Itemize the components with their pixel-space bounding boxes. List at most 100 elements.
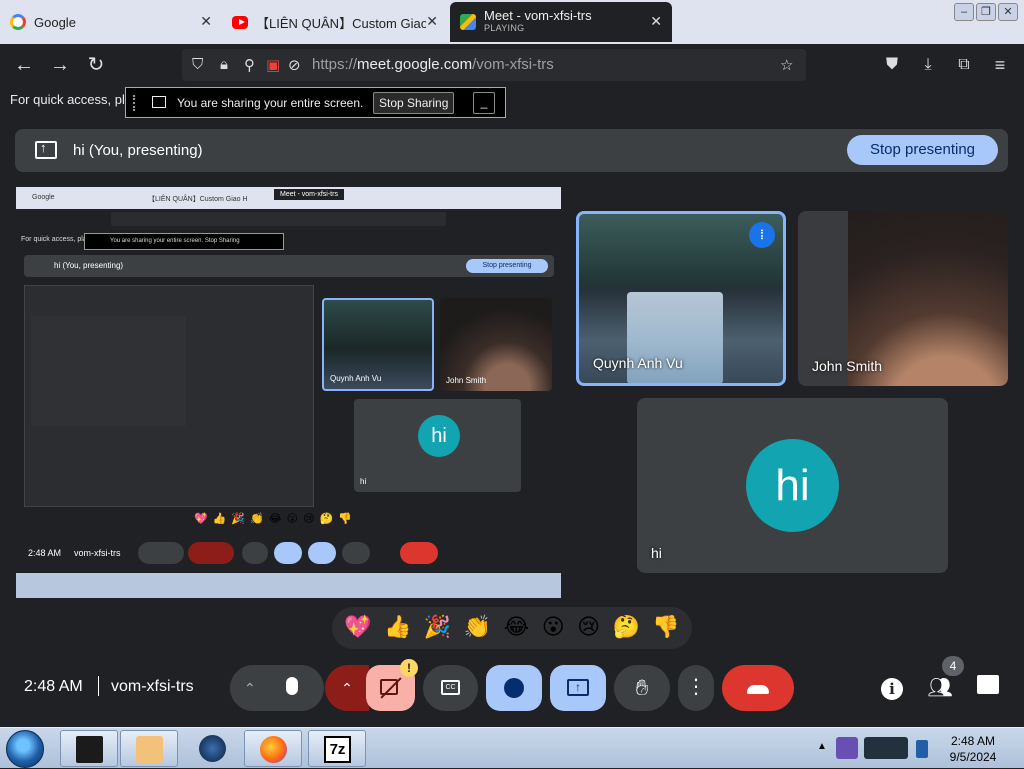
screen-share-icon[interactable]: ▣ — [266, 56, 280, 74]
thumbs-up-reaction[interactable]: 👍 — [384, 615, 411, 641]
laughing-reaction[interactable]: 😂 — [504, 615, 530, 641]
shared-avatar: hi — [418, 415, 460, 457]
download-icon[interactable]: ⤓ — [916, 53, 940, 77]
sad-reaction[interactable]: 😢 — [577, 615, 600, 641]
surprised-reaction[interactable]: 😮 — [542, 615, 565, 641]
participant-tile-quynh[interactable]: ⦙ Quynh Anh Vu — [576, 211, 786, 386]
leave-call-button[interactable] — [722, 665, 794, 711]
shared-presenting-label: hi (You, presenting) — [54, 261, 124, 270]
7zip-icon: 7z — [324, 736, 351, 763]
tab-title: 【LIÊN QUÂN】Custom Giao H — [256, 15, 426, 31]
camera-warning-badge: ! — [400, 659, 418, 677]
tray-app-icon[interactable] — [836, 737, 858, 759]
participant-tile-hi[interactable]: hi hi — [637, 398, 948, 573]
address-bar[interactable]: ⛉ 🔒︎ ⚲ ▣ ⊘ https://meet.google.com/vom-x… — [182, 49, 806, 81]
shared-tile-john: John Smith — [440, 298, 552, 391]
taskbar-app-media[interactable] — [120, 730, 178, 767]
permissions-icon[interactable]: ⚲ — [244, 56, 255, 74]
sparkling-heart-reaction[interactable]: 💖 — [344, 615, 371, 641]
shared-code: vom-xfsi-trs — [74, 548, 121, 558]
close-icon[interactable]: ✕ — [426, 13, 438, 30]
more-options-button[interactable]: ⋮ — [678, 665, 714, 711]
close-icon[interactable]: ✕ — [200, 13, 212, 30]
present-now-button[interactable]: ↑ — [550, 665, 606, 711]
stop-presenting-button[interactable]: Stop presenting — [847, 135, 998, 165]
tab-meet[interactable]: Meet - vom-xfsi-trs PLAYING ✕ — [450, 2, 672, 42]
share-screen-icon — [152, 96, 166, 108]
extensions-icon[interactable]: ⧉ — [952, 53, 976, 77]
shared-tile-name: hi — [360, 477, 367, 486]
pocket-icon[interactable]: ⛊ — [880, 53, 904, 77]
people-count-badge: 4 — [942, 656, 964, 676]
chevron-up-icon[interactable]: ⌃ — [244, 665, 256, 711]
tab-youtube[interactable]: 【LIÊN QUÂN】Custom Giao H ✕ — [222, 2, 448, 42]
shared-share-notice: You are sharing your entire screen. Stop… — [84, 233, 284, 250]
shared-stop-presenting: Stop presenting — [466, 259, 548, 273]
meeting-info-button[interactable]: i — [879, 675, 905, 701]
shared-hand-button — [342, 542, 370, 564]
info-icon: i — [881, 678, 903, 700]
browser-nav-bar: ← → ↻ ⛉ 🔒︎ ⚲ ▣ ⊘ https://meet.google.com… — [0, 44, 1024, 86]
phone-hangup-icon — [747, 685, 769, 694]
chevron-up-icon[interactable]: ⌃ — [325, 665, 369, 711]
hide-notice-button[interactable]: _ — [473, 92, 495, 114]
reload-icon[interactable]: ↻ — [84, 53, 108, 77]
tab-google[interactable]: Google ✕ — [0, 2, 222, 42]
divider — [98, 676, 99, 696]
bookmark-star-icon[interactable]: ☆ — [780, 56, 793, 74]
back-arrow-icon[interactable]: ← — [12, 53, 36, 77]
taskbar-app-firefox[interactable] — [244, 730, 302, 767]
close-icon[interactable]: ✕ — [650, 13, 662, 30]
shared-tab-google: Google — [32, 194, 55, 201]
thumbs-down-reaction[interactable]: 👎 — [652, 615, 679, 641]
taskbar-clock[interactable]: 2:48 AM 9/5/2024 — [938, 733, 1008, 765]
taskbar-app-7zip[interactable]: 7z — [308, 730, 366, 767]
participant-name: John Smith — [812, 358, 883, 374]
maximize-window-button[interactable]: ❐ — [976, 3, 996, 21]
party-popper-reaction[interactable]: 🎉 — [424, 615, 451, 641]
share-message: You are sharing your entire screen. — [177, 96, 364, 110]
forward-arrow-icon[interactable]: → — [48, 53, 72, 77]
drag-handle[interactable] — [133, 95, 136, 111]
people-button[interactable]: 👥︎ — [927, 675, 953, 701]
quick-access-text: For quick access, plac — [10, 92, 139, 107]
media-player-icon — [136, 736, 163, 763]
tab-playing-label: PLAYING — [484, 23, 525, 33]
minimize-window-button[interactable]: – — [954, 3, 974, 21]
shared-time: 2:48 AM — [28, 548, 62, 558]
chat-button[interactable] — [975, 675, 1001, 701]
thinking-reaction[interactable]: 🤔 — [613, 615, 640, 641]
avatar: hi — [746, 439, 839, 532]
shared-mic-button — [138, 542, 184, 564]
microphone-button[interactable]: ⌃ — [230, 665, 324, 711]
present-screen-icon — [35, 140, 57, 159]
people-icon: 👥︎ — [927, 677, 953, 699]
screen-share-notice: You are sharing your entire screen. Stop… — [125, 87, 506, 118]
start-button[interactable] — [6, 730, 44, 768]
clapping-reaction[interactable]: 👏 — [464, 615, 491, 641]
shared-address-bar — [111, 212, 446, 226]
participant-tile-john[interactable]: John Smith — [798, 211, 1008, 386]
taskbar-app-globe[interactable] — [184, 730, 242, 767]
reactions-button[interactable] — [486, 665, 542, 711]
shared-tile-hi: hi hi — [354, 399, 521, 492]
speaking-indicator-icon: ⦙ — [749, 222, 775, 248]
lock-icon[interactable]: 🔒︎ — [220, 56, 228, 73]
close-window-button[interactable]: ✕ — [998, 3, 1018, 21]
shared-controls: 2:48 AM vom-xfsi-trs — [16, 539, 561, 569]
tray-volume-icon[interactable] — [916, 740, 928, 758]
url-text: https://meet.google.com/vom-xfsi-trs — [312, 56, 554, 73]
raise-hand-button[interactable]: ✋︎ — [614, 665, 670, 711]
stop-sharing-button[interactable]: Stop Sharing — [373, 92, 455, 114]
tray-network-icon[interactable] — [864, 737, 908, 759]
taskbar-app-cube[interactable] — [60, 730, 118, 767]
shield-icon[interactable]: ⛉ — [192, 56, 203, 73]
emoji-face-icon — [504, 678, 524, 698]
tab-title: Google — [34, 14, 76, 30]
camera-blocked-icon[interactable]: ⊘ — [288, 56, 301, 74]
clock-time: 2:48 AM — [950, 734, 996, 748]
shared-tile-name: John Smith — [446, 376, 487, 385]
firefox-icon — [260, 736, 287, 763]
menu-icon[interactable]: ≡ — [988, 53, 1012, 77]
captions-button[interactable]: CC — [423, 665, 478, 711]
